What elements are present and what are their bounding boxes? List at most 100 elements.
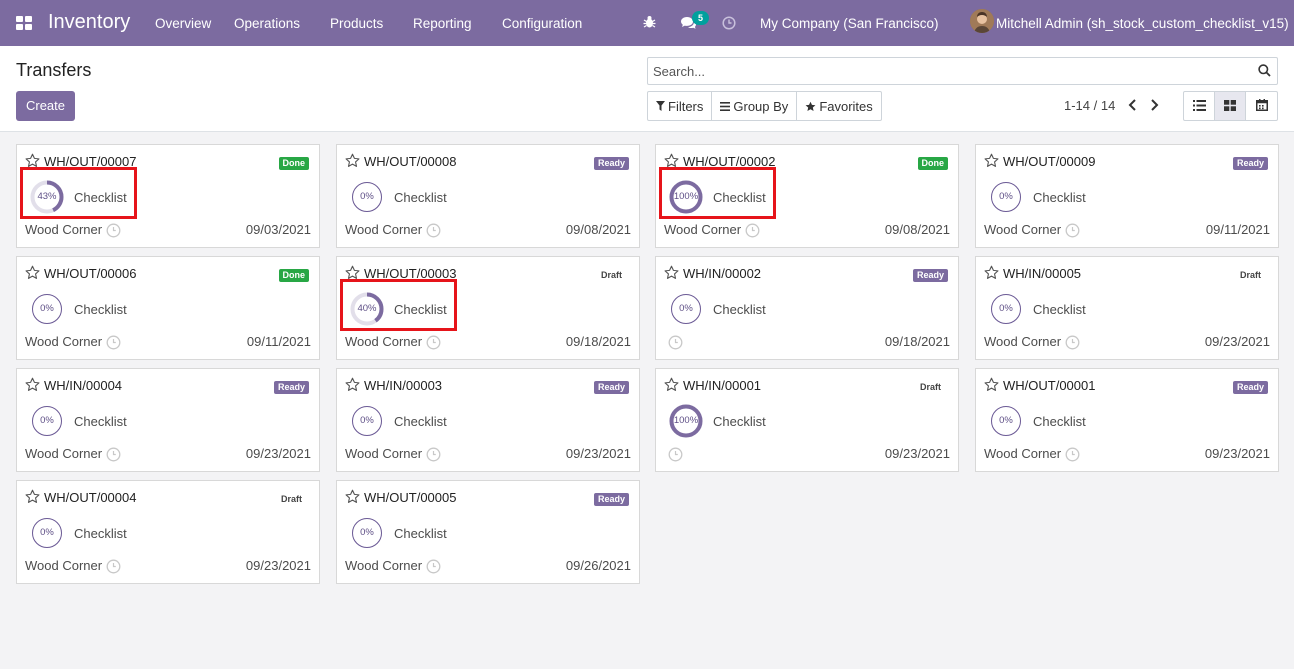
transfer-reference: WH/IN/00002: [683, 266, 762, 281]
transfer-card[interactable]: WH/OUT/00006 Done 0% Checklist Wood Corner 09…: [16, 256, 320, 360]
activity-clock-icon[interactable]: [722, 16, 736, 33]
partner-name: Wood Corner: [345, 334, 423, 349]
menu-operations[interactable]: Operations: [234, 16, 300, 31]
activity-clock-icon[interactable]: [426, 559, 441, 577]
list-view-button[interactable]: [1184, 92, 1215, 120]
activity-clock-icon[interactable]: [106, 447, 121, 465]
apps-menu-icon[interactable]: [16, 16, 32, 30]
bug-icon[interactable]: [643, 15, 656, 32]
checklist-label: Checklist: [1033, 190, 1086, 205]
activity-clock-icon[interactable]: [668, 335, 683, 353]
transfer-card[interactable]: WH/IN/00002 Ready 0% Checklist 09/18/2021: [655, 256, 959, 360]
checklist-progress[interactable]: 0%: [350, 180, 384, 214]
filters-button[interactable]: Filters: [648, 92, 713, 120]
activity-clock-icon[interactable]: [426, 223, 441, 241]
activity-clock-icon[interactable]: [1065, 447, 1080, 465]
create-button[interactable]: Create: [16, 91, 75, 121]
activity-clock-icon[interactable]: [668, 447, 683, 465]
checklist-percent: 0%: [999, 415, 1013, 426]
favorite-star-icon[interactable]: [345, 489, 360, 507]
activity-clock-icon[interactable]: [745, 223, 760, 241]
favorite-star-icon[interactable]: [664, 265, 679, 283]
transfer-card[interactable]: WH/OUT/00005 Ready 0% Checklist Wood Corner 0…: [336, 480, 640, 584]
menu-products[interactable]: Products: [330, 16, 383, 31]
transfer-card[interactable]: WH/IN/00005 Draft 0% Checklist Wood Corner 09…: [975, 256, 1279, 360]
transfer-card[interactable]: WH/OUT/00009 Ready 0% Checklist Wood Corner 0…: [975, 144, 1279, 248]
company-switcher[interactable]: My Company (San Francisco): [760, 16, 939, 31]
transfer-card[interactable]: WH/OUT/00007 Done 43% Checklist Wood Corner 0…: [16, 144, 320, 248]
checklist-progress[interactable]: 0%: [350, 404, 384, 438]
status-badge: Draft: [1239, 270, 1261, 280]
transfer-card[interactable]: WH/OUT/00008 Ready 0% Checklist Wood Corner 0…: [336, 144, 640, 248]
checklist-progress[interactable]: 0%: [989, 292, 1023, 326]
pager-value[interactable]: 1-14 / 14: [1064, 98, 1115, 113]
pager-previous-icon[interactable]: [1128, 98, 1137, 115]
menu-overview[interactable]: Overview: [155, 16, 211, 31]
checklist-progress[interactable]: 0%: [30, 292, 64, 326]
calendar-view-button[interactable]: [1246, 92, 1277, 120]
scheduled-date: 09/03/2021: [245, 222, 311, 237]
pager-next-icon[interactable]: [1150, 98, 1159, 115]
checklist-label: Checklist: [74, 302, 127, 317]
status-badge: Ready: [273, 381, 309, 394]
activity-clock-icon[interactable]: [106, 223, 121, 241]
kanban-view-button[interactable]: [1215, 92, 1246, 120]
partner-name: Wood Corner: [25, 334, 103, 349]
checklist-progress[interactable]: 0%: [350, 516, 384, 550]
view-switcher: [1183, 91, 1278, 121]
favorite-star-icon[interactable]: [25, 489, 40, 507]
transfer-reference: WH/IN/00001: [683, 378, 762, 393]
checklist-progress[interactable]: 0%: [989, 404, 1023, 438]
transfer-card[interactable]: WH/OUT/00001 Ready 0% Checklist Wood Corner 0…: [975, 368, 1279, 472]
checklist-progress[interactable]: 0%: [669, 292, 703, 326]
favorite-star-icon[interactable]: [664, 377, 679, 395]
user-avatar[interactable]: [970, 9, 994, 33]
favorite-star-icon[interactable]: [345, 377, 360, 395]
status-badge: Draft: [919, 382, 941, 392]
checklist-label: Checklist: [74, 526, 127, 541]
checklist-progress[interactable]: 100%: [669, 404, 703, 438]
checklist-progress[interactable]: 0%: [30, 404, 64, 438]
transfer-card[interactable]: WH/IN/00004 Ready 0% Checklist Wood Corner 09…: [16, 368, 320, 472]
star-icon: [805, 101, 816, 112]
transfer-card[interactable]: WH/OUT/00003 Draft 40% Checklist Wood Corner…: [336, 256, 640, 360]
checklist-percent: 0%: [40, 415, 54, 426]
favorite-star-icon[interactable]: [984, 265, 999, 283]
partner-name: Wood Corner: [984, 222, 1062, 237]
favorite-star-icon[interactable]: [984, 377, 999, 395]
search-input[interactable]: [648, 58, 1238, 84]
menu-configuration[interactable]: Configuration: [502, 16, 582, 31]
activity-clock-icon[interactable]: [426, 447, 441, 465]
checklist-percent: 0%: [999, 303, 1013, 314]
scheduled-date: 09/23/2021: [245, 558, 311, 573]
highlight-box: [340, 279, 457, 331]
scheduled-date: 09/18/2021: [884, 334, 950, 349]
partner-name: Wood Corner: [25, 222, 103, 237]
status-badge: Ready: [912, 269, 948, 282]
favorite-star-icon[interactable]: [25, 377, 40, 395]
transfer-reference: WH/IN/00005: [1003, 266, 1082, 281]
group-by-button[interactable]: Group By: [712, 92, 798, 120]
search-icon[interactable]: [1258, 64, 1271, 80]
menu-reporting[interactable]: Reporting: [413, 16, 472, 31]
activity-clock-icon[interactable]: [1065, 223, 1080, 241]
transfer-card[interactable]: WH/IN/00003 Ready 0% Checklist Wood Corner 09…: [336, 368, 640, 472]
transfer-card[interactable]: WH/OUT/00002 Done 100% Checklist Wood Corner…: [655, 144, 959, 248]
checklist-percent: 0%: [360, 527, 374, 538]
activity-clock-icon[interactable]: [106, 559, 121, 577]
scheduled-date: 09/23/2021: [245, 446, 311, 461]
activity-clock-icon[interactable]: [1065, 335, 1080, 353]
calendar-view-icon: [1255, 98, 1268, 114]
favorites-button[interactable]: Favorites: [797, 92, 880, 120]
app-title[interactable]: Inventory: [48, 11, 130, 34]
checklist-progress[interactable]: 0%: [30, 516, 64, 550]
favorite-star-icon[interactable]: [984, 153, 999, 171]
activity-clock-icon[interactable]: [426, 335, 441, 353]
transfer-card[interactable]: WH/IN/00001 Draft 100% Checklist 09/23/2021: [655, 368, 959, 472]
favorite-star-icon[interactable]: [25, 265, 40, 283]
transfer-card[interactable]: WH/OUT/00004 Draft 0% Checklist Wood Corner 0…: [16, 480, 320, 584]
activity-clock-icon[interactable]: [106, 335, 121, 353]
checklist-progress[interactable]: 0%: [989, 180, 1023, 214]
user-menu[interactable]: Mitchell Admin (sh_stock_custom_checklis…: [996, 16, 1289, 31]
favorite-star-icon[interactable]: [345, 153, 360, 171]
